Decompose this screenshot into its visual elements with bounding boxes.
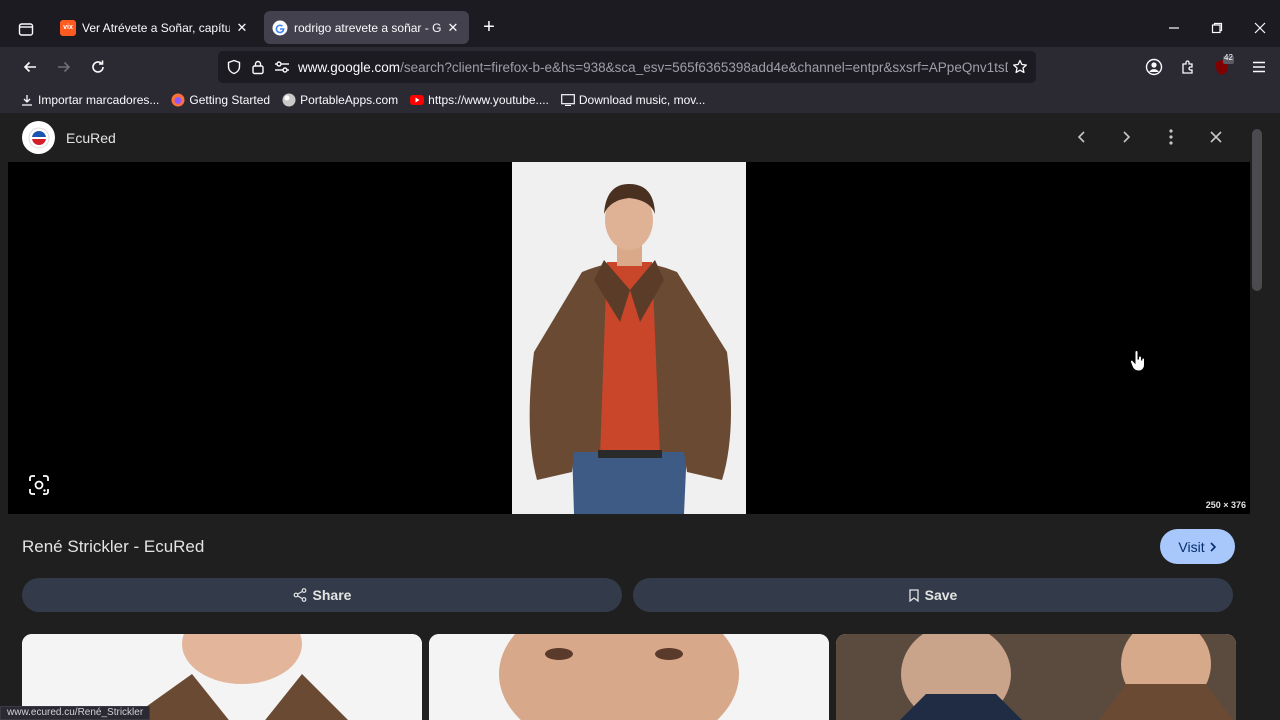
menu-icon[interactable] [1247,55,1271,79]
bookmark-label: Getting Started [189,93,271,107]
more-options-icon[interactable] [1159,125,1183,149]
lock-icon[interactable] [246,55,270,79]
bookmark-youtube[interactable]: https://www.youtube.... [410,93,549,107]
share-label: Share [312,587,352,603]
hand-cursor-icon [1129,350,1146,372]
restore-icon[interactable] [1203,14,1231,42]
related-image-3[interactable] [836,634,1236,720]
bookmark-label: Importar marcadores... [38,93,160,107]
vix-favicon-icon: vix [60,19,76,36]
status-bar-url: www.ecured.cu/René_Strickler [0,706,151,720]
bookmark-icon [908,588,919,602]
google-favicon-icon [272,20,288,36]
google-lens-icon[interactable] [28,474,52,498]
new-tab-icon[interactable]: + [479,17,499,37]
bookmarks-toolbar: Importar marcadores... Getting Started P… [0,87,1280,113]
back-icon[interactable] [18,55,42,79]
bookmark-import[interactable]: Importar marcadores... [20,93,159,107]
navigation-bar: www.google.com/search?client=firefox-b-e… [0,47,1280,87]
scrollbar[interactable] [1250,113,1264,720]
visit-label: Visit [1178,538,1205,555]
download-icon [560,93,575,107]
youtube-icon [410,93,425,107]
image-stage: 250 × 376 [8,162,1250,514]
chevron-right-icon [1209,541,1217,552]
result-title[interactable]: René Strickler - EcuRed [22,537,204,557]
save-button[interactable]: Save [633,578,1233,612]
firefox-icon [171,93,185,107]
tab-list-icon[interactable] [13,16,39,42]
site-name[interactable]: EcuRed [66,130,116,146]
url-path: /search?client=firefox-b-e&hs=938&sca_es… [400,59,1008,75]
browser-window: vix Ver Atrévete a Soñar, capítulo 1 ✕ r… [0,0,1280,720]
tab-google-search[interactable]: rodrigo atrevete a soñar - Goog ✕ [264,11,469,44]
tracking-protection-icon[interactable] [222,55,246,79]
tab-title: rodrigo atrevete a soñar - Goog [294,20,441,35]
extension-badge: 42 [1224,53,1233,62]
bookmark-star-icon[interactable] [1008,55,1032,79]
ublock-extension-icon[interactable]: 42 [1212,53,1236,79]
image-dimensions: 250 × 376 [1205,500,1246,510]
scrollbar-thumb[interactable] [1252,129,1262,291]
bookmark-label: PortableApps.com [300,93,399,107]
bookmark-getting-started[interactable]: Getting Started [171,93,270,107]
tab-title: Ver Atrévete a Soñar, capítulo 1 [82,20,230,35]
url-text[interactable]: www.google.com/search?client=firefox-b-e… [298,60,1008,75]
preview-image[interactable] [512,162,746,514]
forward-icon[interactable] [52,55,76,79]
next-image-icon[interactable] [1114,125,1138,149]
extensions-icon[interactable] [1176,55,1200,79]
related-photo-face-closeup [429,634,829,720]
close-window-icon[interactable] [1246,14,1274,42]
bookmark-portableapps[interactable]: PortableApps.com [282,93,398,107]
minimize-icon[interactable] [1160,14,1188,42]
visit-button[interactable]: Visit [1160,529,1235,564]
related-photo-two-men [836,634,1236,720]
related-image-2[interactable] [429,634,829,720]
image-viewer-panel: EcuRed 250 × 376 René Strickler - EcuRed… [8,113,1250,720]
portableapps-icon [282,93,296,107]
import-icon [20,93,34,107]
bookmark-label: https://www.youtube.... [428,93,549,107]
tab-strip: vix Ver Atrévete a Soñar, capítulo 1 ✕ r… [0,0,1280,47]
close-viewer-icon[interactable] [1204,125,1228,149]
share-button[interactable]: Share [22,578,622,612]
permissions-icon[interactable] [270,55,294,79]
bookmark-download-music[interactable]: Download music, mov... [560,93,706,107]
previous-image-icon[interactable] [1070,125,1094,149]
viewer-header: EcuRed [8,113,1250,162]
share-icon [293,588,307,602]
reload-icon[interactable] [86,55,110,79]
address-bar[interactable]: www.google.com/search?client=firefox-b-e… [218,51,1036,83]
bookmark-label: Download music, mov... [578,93,706,107]
tab-atrevete[interactable]: vix Ver Atrévete a Soñar, capítulo 1 ✕ [52,11,258,44]
close-tab-icon[interactable]: ✕ [234,20,250,36]
save-label: Save [924,587,958,603]
close-tab-icon[interactable]: ✕ [445,20,461,36]
page-content: EcuRed 250 × 376 René Strickler - EcuRed… [0,113,1280,720]
man-in-leather-jacket-image [512,162,746,514]
url-host: www.google.com [298,59,401,75]
ecured-logo[interactable] [22,121,55,154]
account-icon[interactable] [1142,55,1166,79]
